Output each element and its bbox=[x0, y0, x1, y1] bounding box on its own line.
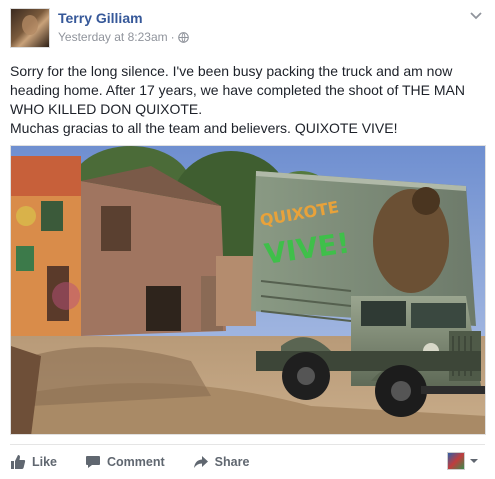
meta-separator: · bbox=[170, 30, 175, 44]
post-timestamp[interactable]: Yesterday at 8:23am bbox=[58, 30, 168, 44]
post-options-chevron-icon[interactable] bbox=[469, 10, 483, 20]
post-text-paragraph-2: Muchas gracias to all the team and belie… bbox=[10, 120, 398, 136]
photo-scene: QUIXOTE VIVE! bbox=[11, 146, 485, 434]
post-header: Terry Gilliam Yesterday at 8:23am · bbox=[10, 8, 485, 48]
share-arrow-icon bbox=[193, 456, 208, 468]
post-text-paragraph-1: Sorry for the long silence. I've been bu… bbox=[10, 63, 465, 117]
author-avatar[interactable] bbox=[10, 8, 50, 48]
comment-label: Comment bbox=[107, 455, 165, 469]
like-label: Like bbox=[32, 455, 58, 469]
share-button[interactable]: Share bbox=[193, 454, 250, 470]
post-actions-bar: Like Comment Share bbox=[10, 450, 485, 474]
actions-divider bbox=[10, 444, 485, 445]
post-photo[interactable]: QUIXOTE VIVE! bbox=[10, 145, 486, 435]
comment-icon bbox=[86, 456, 101, 468]
post-text: Sorry for the long silence. I've been bu… bbox=[10, 62, 480, 138]
like-button[interactable]: Like bbox=[10, 454, 57, 470]
chevron-down-icon bbox=[470, 459, 478, 463]
post-as-selector[interactable] bbox=[447, 452, 479, 470]
thumbs-up-icon bbox=[11, 455, 26, 469]
author-name[interactable]: Terry Gilliam bbox=[58, 10, 143, 26]
comment-button[interactable]: Comment bbox=[85, 454, 165, 470]
globe-icon[interactable] bbox=[177, 31, 189, 43]
page-avatar bbox=[447, 452, 465, 470]
share-label: Share bbox=[214, 455, 250, 469]
post-meta: Yesterday at 8:23am · bbox=[58, 30, 189, 44]
